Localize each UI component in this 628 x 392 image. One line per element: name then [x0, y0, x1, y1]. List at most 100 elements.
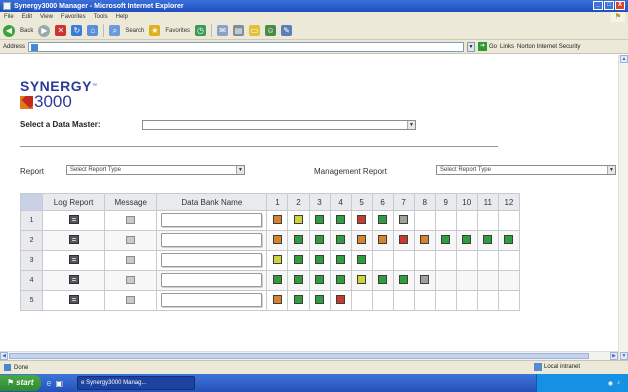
chevron-down-icon[interactable]: ▼: [236, 166, 244, 174]
status-square-yellow[interactable]: [272, 255, 282, 264]
status-square-green[interactable]: [336, 255, 346, 264]
back-arrow-icon[interactable]: ◀: [3, 24, 15, 37]
status-square-green[interactable]: [294, 255, 303, 264]
status-square-green[interactable]: [399, 275, 409, 284]
refresh-icon[interactable]: ↻: [71, 25, 83, 36]
minimize-button[interactable]: _: [593, 1, 603, 10]
status-square-green[interactable]: [336, 215, 346, 224]
log-report-icon[interactable]: [68, 215, 79, 224]
status-square-yellow[interactable]: [357, 275, 367, 284]
status-square-green[interactable]: [483, 235, 493, 244]
data-bank-button[interactable]: [161, 232, 263, 247]
status-square-amber[interactable]: [272, 235, 282, 244]
chevron-down-icon[interactable]: ▼: [607, 166, 615, 174]
favorites-star-icon[interactable]: ★: [149, 25, 161, 36]
message-icon[interactable]: [126, 295, 136, 304]
tray-volume-icon[interactable]: ♪: [617, 380, 620, 386]
status-square-amber[interactable]: [272, 215, 282, 224]
status-square-grey[interactable]: [420, 275, 430, 284]
back-label[interactable]: Back: [20, 28, 33, 34]
status-square-green[interactable]: [294, 235, 303, 244]
status-square-green[interactable]: [336, 235, 346, 244]
message-icon[interactable]: [126, 255, 136, 264]
search-label[interactable]: Search: [125, 28, 144, 34]
status-square-amber[interactable]: [420, 235, 430, 244]
messenger-icon[interactable]: ☺: [265, 25, 277, 36]
report-type-select[interactable]: Select Report Type ▼: [66, 165, 245, 175]
status-square-green[interactable]: [504, 235, 514, 244]
task-button[interactable]: e Synergy3000 Manag...: [77, 376, 196, 390]
address-dropdown-icon[interactable]: ▼: [467, 41, 476, 52]
status-square-yellow[interactable]: [294, 215, 303, 224]
print-icon[interactable]: ▤: [233, 25, 245, 36]
research-icon[interactable]: ✎: [281, 25, 293, 36]
search-icon[interactable]: ⌕: [109, 25, 121, 36]
vertical-scrollbar[interactable]: ▲ ▼: [618, 55, 628, 360]
status-square-green[interactable]: [378, 275, 388, 284]
data-bank-button[interactable]: [161, 252, 263, 267]
scroll-left-icon[interactable]: ◀: [0, 352, 8, 360]
horizontal-scrollbar[interactable]: ◀ ▶: [0, 351, 618, 360]
status-square-green[interactable]: [272, 275, 282, 284]
status-square-green[interactable]: [336, 275, 346, 284]
status-square-red[interactable]: [399, 235, 409, 244]
menu-file[interactable]: File: [4, 14, 14, 20]
scroll-thumb[interactable]: [9, 353, 589, 359]
go-button[interactable]: ➔ Go: [478, 42, 497, 51]
favorites-label[interactable]: Favorites: [165, 28, 190, 34]
scroll-up-icon[interactable]: ▲: [620, 55, 628, 63]
menu-edit[interactable]: Edit: [22, 14, 32, 20]
status-square-red[interactable]: [336, 295, 346, 304]
menu-help[interactable]: Help: [116, 14, 128, 20]
status-square-green[interactable]: [315, 255, 325, 264]
menu-favorites[interactable]: Favorites: [61, 14, 86, 20]
start-button[interactable]: ⚑ start: [0, 375, 41, 391]
status-square-green[interactable]: [315, 235, 325, 244]
log-report-icon[interactable]: [68, 295, 79, 304]
maximize-button[interactable]: □: [604, 1, 614, 10]
status-square-green[interactable]: [315, 215, 325, 224]
quicklaunch-ie-icon[interactable]: e: [47, 378, 52, 388]
status-square-amber[interactable]: [378, 235, 388, 244]
forward-arrow-icon[interactable]: ▶: [38, 24, 51, 37]
status-square-red[interactable]: [357, 215, 367, 224]
menu-tools[interactable]: Tools: [94, 14, 108, 20]
log-report-icon[interactable]: [68, 275, 79, 284]
status-square-amber[interactable]: [272, 295, 282, 304]
status-square-green[interactable]: [378, 215, 388, 224]
chevron-down-icon[interactable]: ▼: [407, 121, 415, 129]
data-bank-button[interactable]: [161, 272, 263, 287]
status-square-green[interactable]: [462, 235, 472, 244]
home-icon[interactable]: ⌂: [87, 25, 99, 36]
mail-icon[interactable]: ✉: [217, 25, 229, 36]
status-square-green[interactable]: [315, 295, 325, 304]
log-report-icon[interactable]: [68, 235, 79, 244]
status-square-green[interactable]: [441, 235, 451, 244]
status-square-green[interactable]: [357, 255, 367, 264]
status-square-amber[interactable]: [357, 235, 367, 244]
scroll-down-icon[interactable]: ▼: [620, 352, 628, 360]
address-input[interactable]: [28, 41, 465, 52]
data-master-select[interactable]: ▼: [142, 120, 416, 130]
scroll-right-icon[interactable]: ▶: [610, 352, 618, 360]
status-square-green[interactable]: [315, 275, 325, 284]
quicklaunch-desktop-icon[interactable]: ▣: [56, 379, 64, 388]
menu-view[interactable]: View: [40, 14, 53, 20]
stop-icon[interactable]: ✕: [55, 25, 67, 36]
log-report-icon[interactable]: [68, 255, 79, 264]
data-bank-button[interactable]: [161, 292, 263, 307]
status-square-green[interactable]: [294, 275, 303, 284]
message-icon[interactable]: [126, 275, 136, 284]
data-bank-button[interactable]: [161, 212, 263, 227]
history-icon[interactable]: ◷: [195, 25, 207, 36]
status-square-green[interactable]: [294, 295, 303, 304]
close-button[interactable]: X: [615, 1, 625, 10]
message-icon[interactable]: [126, 215, 136, 224]
toolbar-extension-label[interactable]: Norton Internet Security: [517, 44, 580, 50]
folder-icon[interactable]: ▭: [249, 25, 261, 36]
status-square-grey[interactable]: [399, 215, 409, 224]
links-label[interactable]: Links: [500, 44, 514, 50]
tray-network-icon[interactable]: ◉: [608, 380, 613, 387]
message-icon[interactable]: [126, 235, 136, 244]
management-report-select[interactable]: Select Report Type ▼: [436, 165, 616, 175]
